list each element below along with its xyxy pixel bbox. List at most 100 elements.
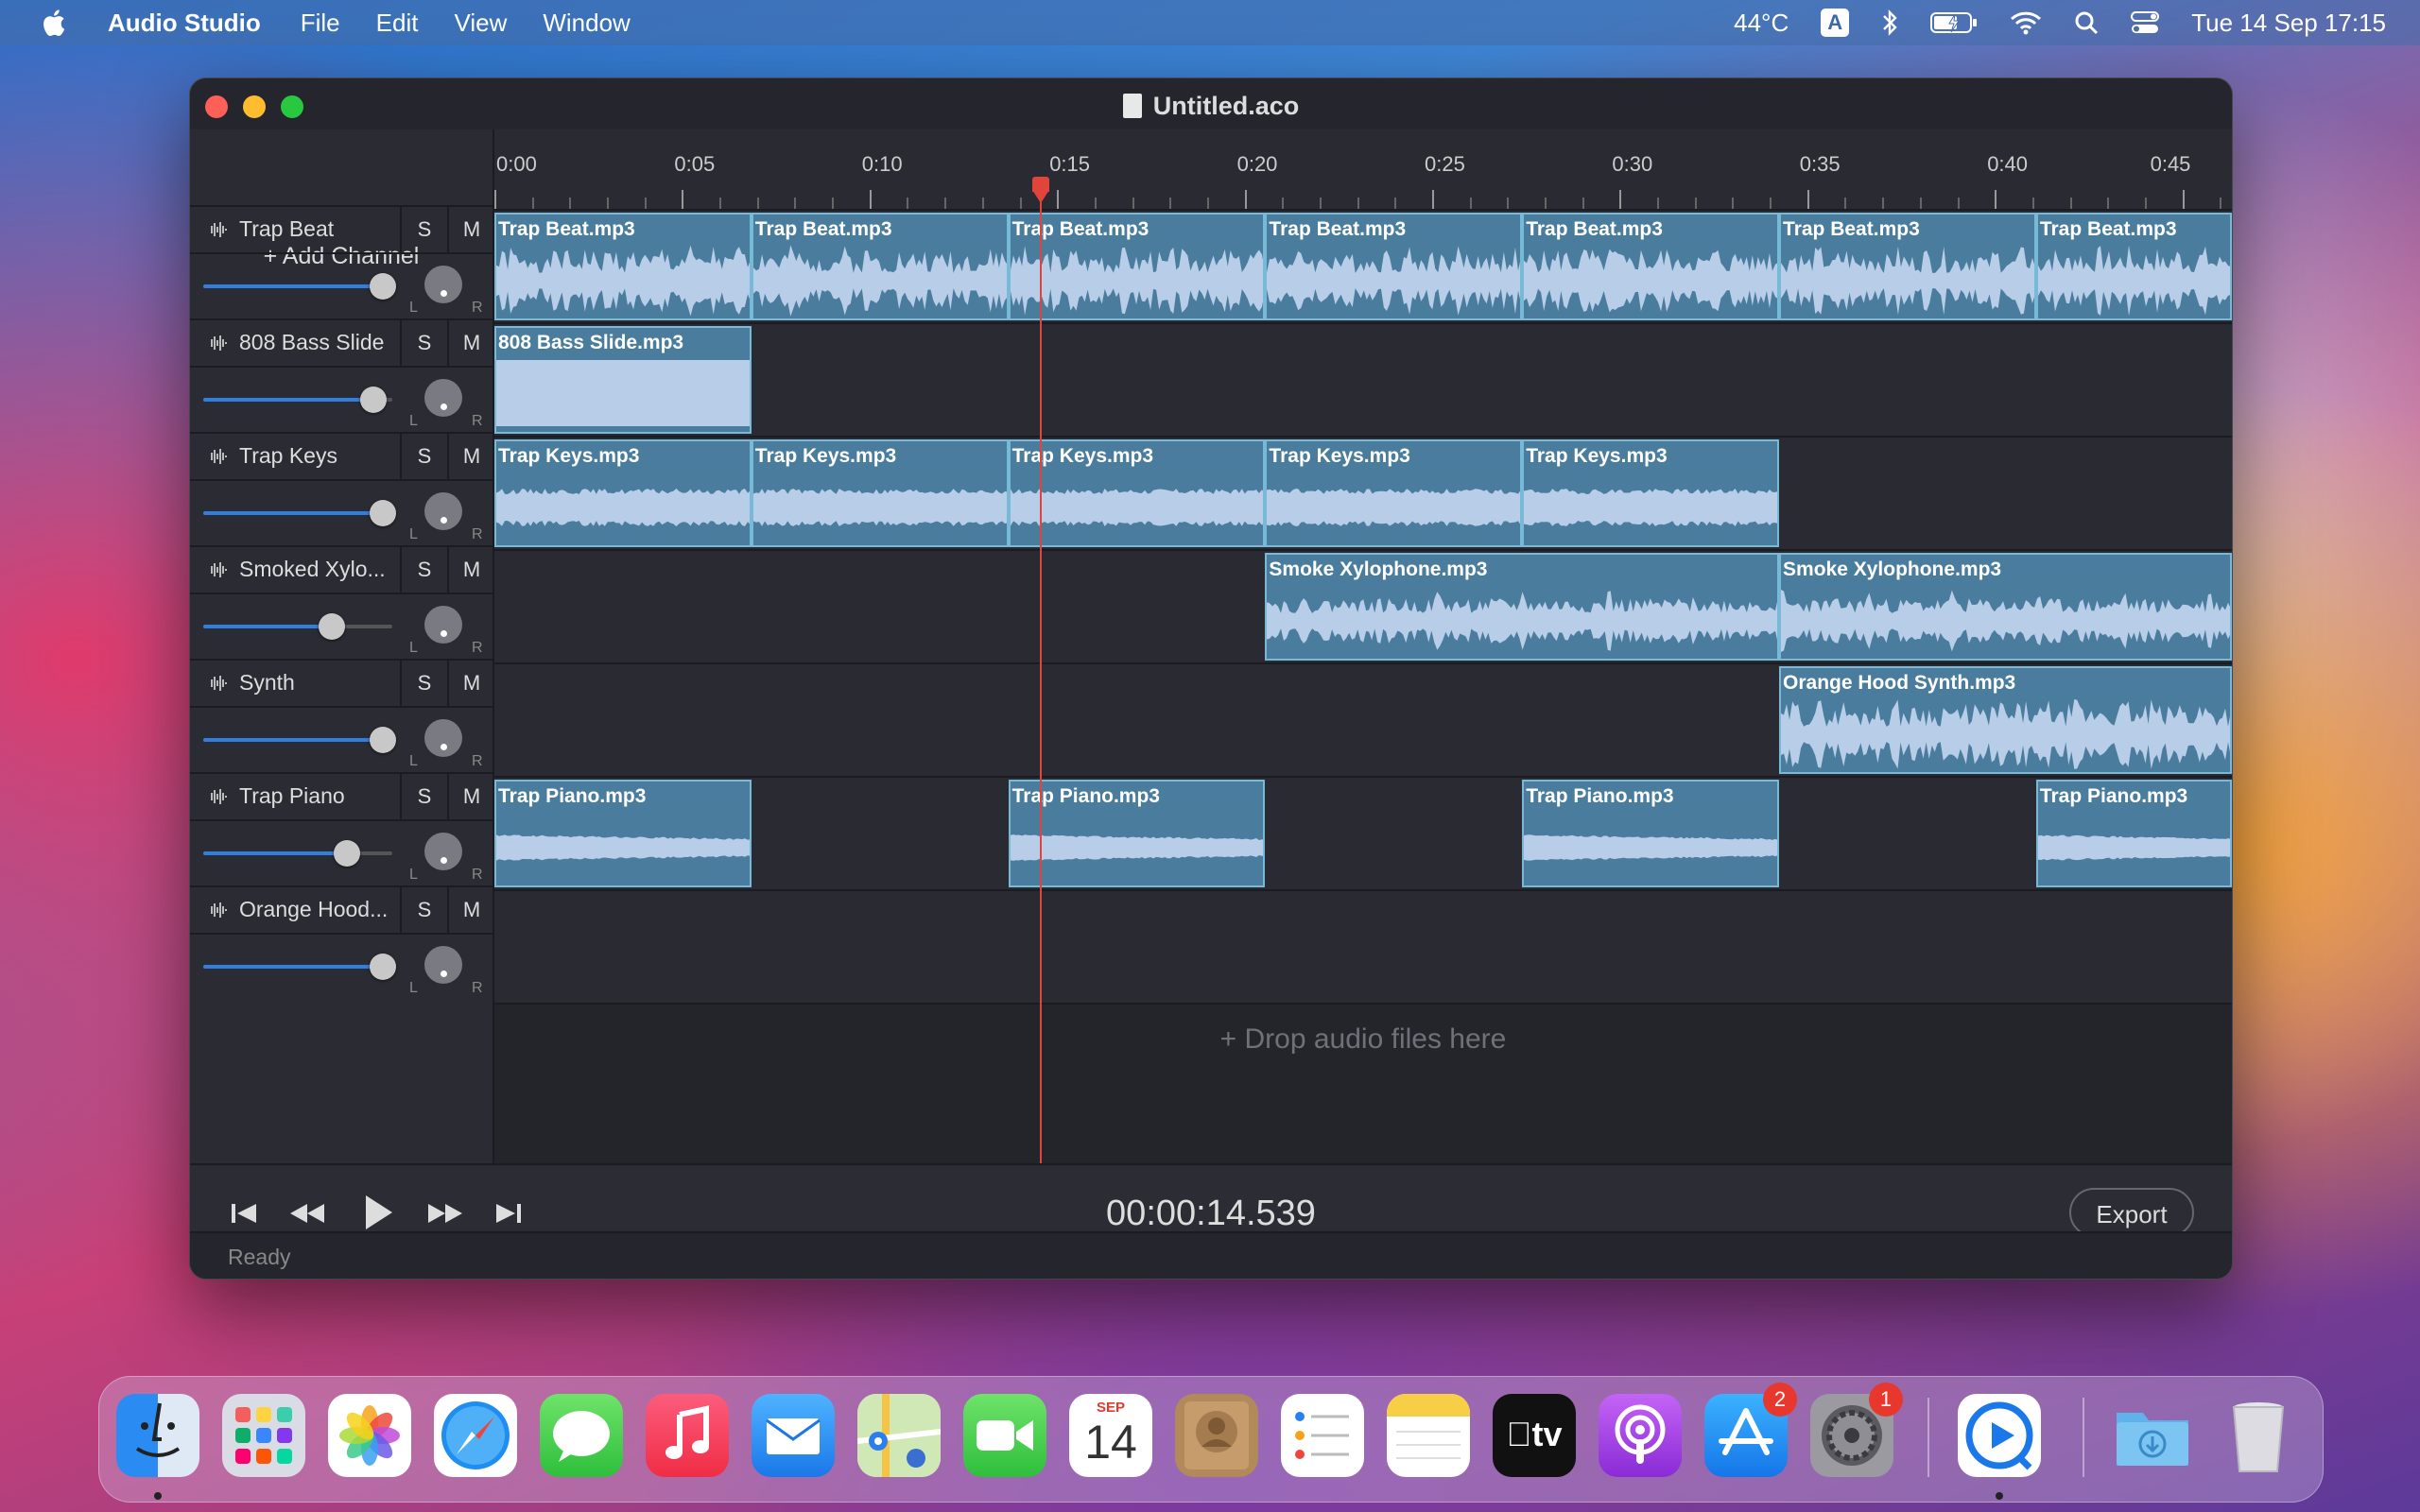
track-lane[interactable]: 808 Bass Slide.mp3: [494, 322, 2232, 436]
mute-button[interactable]: M: [447, 547, 494, 593]
audio-clip[interactable]: Trap Beat.mp3: [1779, 213, 2036, 320]
volume-slider[interactable]: [203, 954, 396, 980]
wifi-icon[interactable]: [2010, 10, 2042, 35]
volume-slider-thumb[interactable]: [370, 954, 396, 980]
menu-edit[interactable]: Edit: [376, 9, 419, 38]
reminders-icon[interactable]: [1281, 1394, 1364, 1477]
audio-clip[interactable]: Trap Beat.mp3: [1265, 213, 1523, 320]
volume-slider-thumb[interactable]: [370, 273, 396, 300]
channel-name[interactable]: Smoked Xylo...: [239, 557, 400, 582]
channel-name[interactable]: 808 Bass Slide: [239, 330, 400, 355]
solo-button[interactable]: S: [400, 434, 447, 479]
solo-button[interactable]: S: [400, 887, 447, 933]
audio-clip[interactable]: Trap Piano.mp3: [1522, 780, 1780, 887]
audio-clip[interactable]: Trap Keys.mp3: [1265, 439, 1523, 547]
export-button[interactable]: Export: [2069, 1188, 2194, 1237]
volume-slider[interactable]: [203, 727, 396, 753]
solo-button[interactable]: S: [400, 320, 447, 366]
track-lane[interactable]: Smoke Xylophone.mp3 Smoke Xylophone.mp3: [494, 549, 2232, 662]
volume-slider[interactable]: [203, 387, 392, 413]
audio-clip[interactable]: Trap Beat.mp3: [1522, 213, 1780, 320]
playhead-marker[interactable]: [1031, 190, 1049, 203]
quicktime-player-icon[interactable]: [1958, 1394, 2041, 1477]
volume-slider-thumb[interactable]: [370, 727, 396, 753]
audio-clip[interactable]: 808 Bass Slide.mp3: [494, 326, 752, 434]
battery-icon[interactable]: [1930, 10, 1978, 35]
solo-button[interactable]: S: [400, 207, 447, 252]
volume-slider-thumb[interactable]: [319, 613, 345, 640]
mute-button[interactable]: M: [447, 207, 494, 252]
audio-clip[interactable]: Trap Beat.mp3: [1008, 213, 1266, 320]
pan-knob[interactable]: [424, 719, 462, 757]
control-center-icon[interactable]: [2131, 10, 2160, 35]
volume-slider-thumb[interactable]: [360, 387, 387, 413]
track-lane[interactable]: Trap Beat.mp3 Trap Beat.mp3 Trap Beat.mp3 T…: [494, 209, 2232, 322]
pan-knob[interactable]: [424, 379, 462, 417]
channel-name[interactable]: Orange Hood...: [239, 897, 400, 922]
pan-knob[interactable]: [424, 606, 462, 644]
trash-icon[interactable]: [2217, 1394, 2300, 1477]
notes-icon[interactable]: [1387, 1394, 1470, 1477]
drop-zone-hint[interactable]: + Drop audio files here: [494, 1023, 2232, 1056]
channel-name[interactable]: Synth: [239, 670, 400, 696]
audio-clip[interactable]: Trap Keys.mp3: [1008, 439, 1266, 547]
safari-icon[interactable]: [434, 1394, 517, 1477]
volume-slider[interactable]: [203, 840, 392, 867]
playhead[interactable]: [1039, 186, 1042, 1215]
mute-button[interactable]: M: [447, 774, 494, 819]
temperature-readout[interactable]: 44°C: [1734, 9, 1789, 38]
pan-knob[interactable]: [424, 492, 462, 530]
audio-clip[interactable]: Trap Beat.mp3: [494, 213, 752, 320]
menu-window[interactable]: Window: [543, 9, 630, 38]
time-ruler[interactable]: 0:00 0:05 0:10 0:15 0:20 0:25 0:30 0:35 0:40 0:45: [494, 129, 2232, 209]
tv-icon[interactable]: tv: [1493, 1394, 1576, 1477]
solo-button[interactable]: S: [400, 661, 447, 706]
mute-button[interactable]: M: [447, 320, 494, 366]
photos-icon[interactable]: [328, 1394, 411, 1477]
mute-button[interactable]: M: [447, 661, 494, 706]
track-lane[interactable]: Trap Piano.mp3 Trap Piano.mp3 Trap Piano.m…: [494, 776, 2232, 889]
apple-icon[interactable]: [40, 8, 66, 38]
music-icon[interactable]: [646, 1394, 729, 1477]
clock[interactable]: Tue 14 Sep 17:15: [2191, 9, 2386, 38]
volume-slider-thumb[interactable]: [334, 840, 360, 867]
volume-slider[interactable]: [203, 273, 396, 300]
mute-button[interactable]: M: [447, 434, 494, 479]
messages-icon[interactable]: [540, 1394, 623, 1477]
menu-file[interactable]: File: [301, 9, 340, 38]
maps-icon[interactable]: [857, 1394, 941, 1477]
audio-clip[interactable]: Trap Beat.mp3: [751, 213, 1009, 320]
solo-button[interactable]: S: [400, 547, 447, 593]
audio-clip[interactable]: Trap Keys.mp3: [751, 439, 1009, 547]
calendar-icon[interactable]: SEP 14: [1069, 1394, 1152, 1477]
channel-name[interactable]: Trap Beat: [239, 216, 400, 242]
pan-knob[interactable]: [424, 946, 462, 984]
audio-clip[interactable]: Trap Piano.mp3: [494, 780, 752, 887]
downloads-folder-icon[interactable]: [2111, 1394, 2194, 1477]
volume-slider[interactable]: [203, 613, 392, 640]
mute-button[interactable]: M: [447, 887, 494, 933]
audio-clip[interactable]: Trap Keys.mp3: [1522, 439, 1780, 547]
pan-knob[interactable]: [424, 833, 462, 870]
audio-clip[interactable]: Trap Piano.mp3: [1008, 780, 1266, 887]
solo-button[interactable]: S: [400, 774, 447, 819]
audio-clip[interactable]: Trap Piano.mp3: [2035, 780, 2232, 887]
bluetooth-icon[interactable]: [1881, 9, 1898, 37]
launchpad-icon[interactable]: [222, 1394, 305, 1477]
audio-clip[interactable]: Orange Hood Synth.mp3: [1779, 666, 2232, 774]
track-lane[interactable]: Orange Hood Synth.mp3: [494, 662, 2232, 776]
facetime-icon[interactable]: [963, 1394, 1046, 1477]
volume-slider-thumb[interactable]: [370, 500, 396, 526]
track-lane[interactable]: [494, 889, 2232, 1003]
audio-clip[interactable]: Smoke Xylophone.mp3: [1265, 553, 1780, 661]
channel-name[interactable]: Trap Piano: [239, 783, 400, 809]
mail-icon[interactable]: [752, 1394, 835, 1477]
audio-clip[interactable]: Smoke Xylophone.mp3: [1779, 553, 2232, 661]
timeline[interactable]: 0:00 0:05 0:10 0:15 0:20 0:25 0:30 0:35 0:40 0:45…: [494, 129, 2232, 1215]
input-source-icon[interactable]: A: [1821, 9, 1850, 37]
audio-clip[interactable]: Trap Beat.mp3: [2035, 213, 2232, 320]
audio-clip[interactable]: Trap Keys.mp3: [494, 439, 752, 547]
spotlight-search-icon[interactable]: [2074, 10, 2099, 35]
app-name[interactable]: Audio Studio: [108, 9, 261, 38]
contacts-icon[interactable]: [1175, 1394, 1258, 1477]
